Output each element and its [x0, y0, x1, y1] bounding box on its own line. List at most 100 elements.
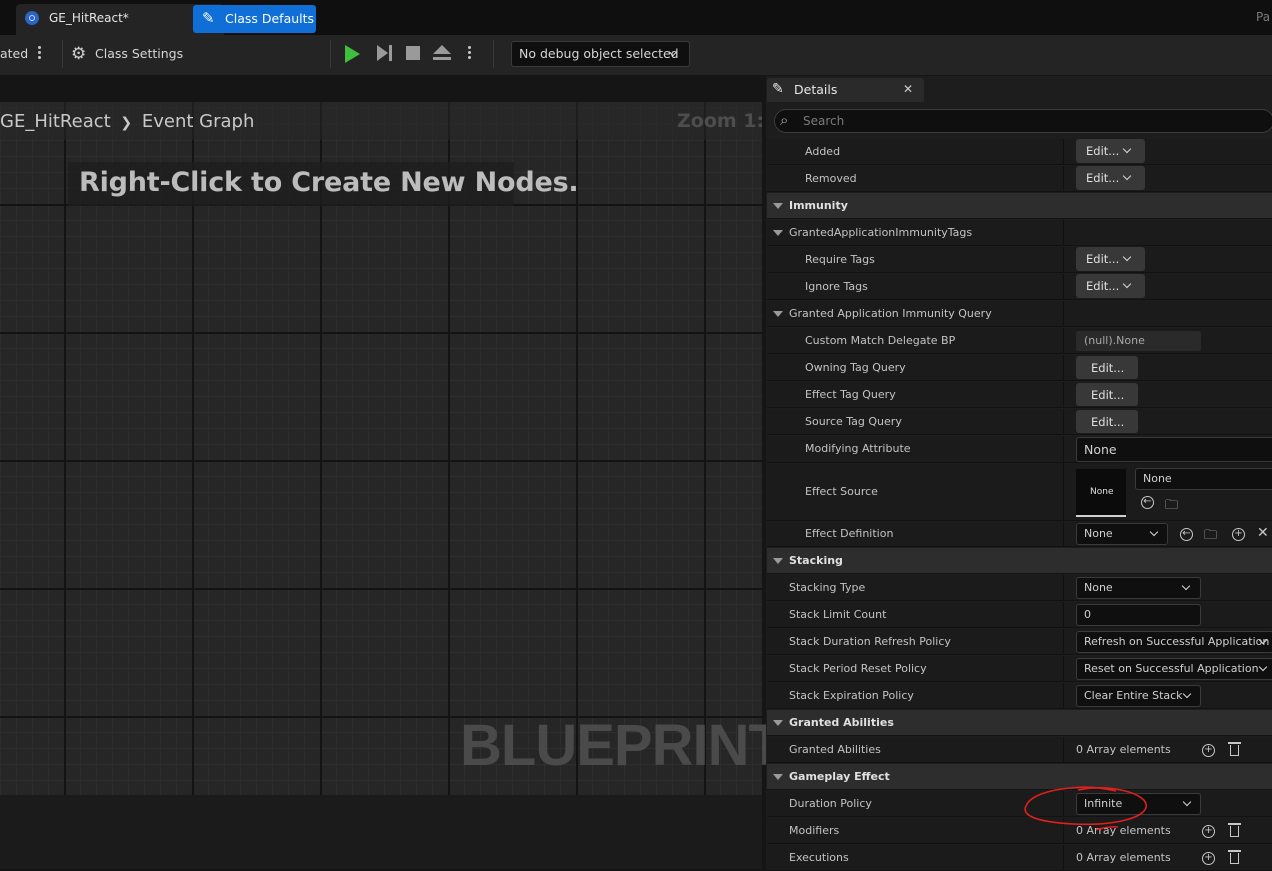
details-tab[interactable]: ✎ Details ✕ — [767, 78, 924, 102]
class-defaults-label: Class Defaults — [225, 11, 315, 26]
search-icon: ⌕ — [780, 111, 789, 129]
collapse-arrow-icon[interactable] — [773, 558, 783, 564]
row-stack-expiration-policy: Stack Expiration Policy Clear Entire Sta… — [767, 683, 1272, 709]
trash-icon[interactable] — [1228, 742, 1241, 756]
graph-tab-strip — [0, 76, 762, 102]
collapse-arrow-icon[interactable] — [773, 311, 783, 317]
row-require-tags: Require Tags Edit... — [767, 247, 1272, 273]
gear-icon: ⚙ — [71, 44, 87, 64]
tab-bar-right-text: Pa — [1256, 10, 1271, 24]
row-granted-application-immunity-tags: GrantedApplicationImmunityTags — [767, 220, 1272, 246]
row-owning-tag-query: Owning Tag Query Edit... — [767, 355, 1272, 381]
row-removed: Removed Edit... — [767, 166, 1272, 192]
effect-tag-query-edit-button[interactable]: Edit... — [1076, 383, 1138, 406]
graph-bottom-area — [0, 795, 762, 869]
row-stack-duration-refresh-policy: Stack Duration Refresh Policy Refresh on… — [767, 629, 1272, 655]
require-tags-edit-button[interactable]: Edit... — [1076, 247, 1145, 271]
add-icon[interactable]: + — [1232, 528, 1245, 541]
toolbar-divider — [330, 40, 331, 68]
ignore-tags-edit-button[interactable]: Edit... — [1076, 274, 1145, 298]
category-immunity[interactable]: Immunity — [767, 193, 1272, 219]
collapse-arrow-icon[interactable] — [773, 203, 783, 209]
collapse-arrow-icon[interactable] — [773, 774, 783, 780]
executions-count: 0 Array elements — [1076, 851, 1171, 864]
source-tag-query-edit-button[interactable]: Edit... — [1076, 410, 1138, 433]
effect-definition-select[interactable]: None — [1076, 523, 1168, 545]
modifying-attribute-select[interactable]: None — [1076, 437, 1272, 462]
add-element-icon[interactable]: + — [1202, 744, 1215, 757]
chevron-down-icon — [1122, 252, 1132, 262]
row-label: Modifying Attribute — [805, 442, 911, 455]
document-tab-title: GE_HitReact* — [49, 11, 129, 25]
row-label: Granted Abilities — [789, 743, 881, 756]
stacking-type-select[interactable]: None — [1076, 577, 1201, 599]
details-search-input[interactable]: ⌕ Search — [774, 109, 1272, 133]
category-label: Stacking — [789, 554, 843, 567]
row-stack-period-reset-policy: Stack Period Reset Policy Reset on Succe… — [767, 656, 1272, 682]
row-label: Added — [805, 145, 841, 158]
added-edit-button[interactable]: Edit... — [1076, 139, 1145, 163]
toolbar-more-icon[interactable] — [38, 44, 42, 61]
chevron-down-icon — [1182, 689, 1192, 699]
row-effect-source: Effect Source None None ← 🗀 — [767, 463, 1272, 521]
toolbar-clipped-label[interactable]: ated — [0, 46, 28, 61]
row-label: Stacking Type — [789, 581, 866, 594]
row-added: Added Edit... — [767, 139, 1272, 165]
stack-limit-count-input[interactable]: 0 — [1076, 604, 1201, 626]
effect-source-select[interactable]: None — [1135, 468, 1272, 490]
row-label: Executions — [789, 851, 849, 864]
debug-object-select[interactable]: No debug object selected — [511, 41, 690, 67]
search-placeholder: Search — [803, 114, 845, 128]
collapse-arrow-icon[interactable] — [773, 230, 783, 236]
clear-icon[interactable]: ✕ — [1257, 525, 1269, 541]
row-label: Custom Match Delegate BP — [805, 334, 956, 347]
stop-icon[interactable] — [406, 46, 420, 60]
trash-icon[interactable] — [1228, 850, 1241, 864]
close-details-icon[interactable]: ✕ — [903, 82, 913, 96]
class-defaults-button[interactable]: ✎ Class Defaults — [193, 5, 316, 33]
row-ignore-tags: Ignore Tags Edit... — [767, 274, 1272, 300]
breadcrumb-leaf[interactable]: Event Graph — [142, 111, 255, 132]
row-stack-limit-count: Stack Limit Count 0 — [767, 602, 1272, 628]
browse-folder-icon[interactable]: 🗀 — [1165, 496, 1178, 518]
play-options-icon[interactable] — [468, 44, 472, 61]
zoom-label: Zoom 1:1 — [677, 110, 778, 132]
chevron-down-icon — [1149, 527, 1159, 537]
breadcrumb: GE_HitReact ❯ Event Graph — [0, 111, 254, 132]
red-annotation-circle — [1024, 786, 1147, 831]
blueprint-asset-icon — [25, 11, 39, 25]
details-tab-label: Details — [794, 82, 838, 97]
stack-period-reset-select[interactable]: Reset on Successful Application — [1076, 658, 1272, 680]
category-label: Immunity — [789, 199, 848, 212]
row-label: Effect Definition — [805, 527, 894, 540]
row-granted-application-immunity-query: Granted Application Immunity Query — [767, 301, 1272, 327]
row-label: Effect Tag Query — [805, 388, 896, 401]
browse-folder-icon[interactable]: 🗀 — [1204, 526, 1217, 548]
add-element-icon[interactable]: + — [1202, 852, 1215, 865]
removed-edit-button[interactable]: Edit... — [1076, 166, 1145, 190]
breadcrumb-root[interactable]: GE_HitReact — [0, 111, 111, 132]
row-stacking-type: Stacking Type None — [767, 575, 1272, 601]
stack-expiration-select[interactable]: Clear Entire Stack — [1076, 685, 1201, 707]
play-icon[interactable] — [345, 45, 360, 63]
effect-source-thumbnail[interactable]: None — [1076, 469, 1126, 517]
stack-duration-refresh-select[interactable]: Refresh on Successful Application — [1076, 631, 1272, 653]
category-stacking[interactable]: Stacking — [767, 548, 1272, 574]
row-label: GrantedApplicationImmunityTags — [789, 226, 973, 239]
row-effect-tag-query: Effect Tag Query Edit... — [767, 382, 1272, 408]
row-label: Source Tag Query — [805, 415, 902, 428]
use-selected-icon[interactable]: ← — [1180, 528, 1193, 541]
chevron-down-icon — [1258, 662, 1268, 672]
row-effect-definition: Effect Definition None ← 🗀 + ✕ — [767, 521, 1272, 547]
row-label: Removed — [805, 172, 857, 185]
use-selected-icon[interactable]: ← — [1141, 496, 1154, 509]
debug-object-value: No debug object selected — [519, 46, 679, 61]
row-label: Stack Duration Refresh Policy — [789, 635, 951, 648]
owning-tag-query-edit-button[interactable]: Edit... — [1076, 356, 1138, 379]
collapse-arrow-icon[interactable] — [773, 720, 783, 726]
chevron-down-icon — [1181, 581, 1191, 591]
trash-icon[interactable] — [1228, 823, 1241, 837]
row-source-tag-query: Source Tag Query Edit... — [767, 409, 1272, 435]
category-granted-abilities[interactable]: Granted Abilities — [767, 710, 1272, 736]
add-element-icon[interactable]: + — [1202, 825, 1215, 838]
